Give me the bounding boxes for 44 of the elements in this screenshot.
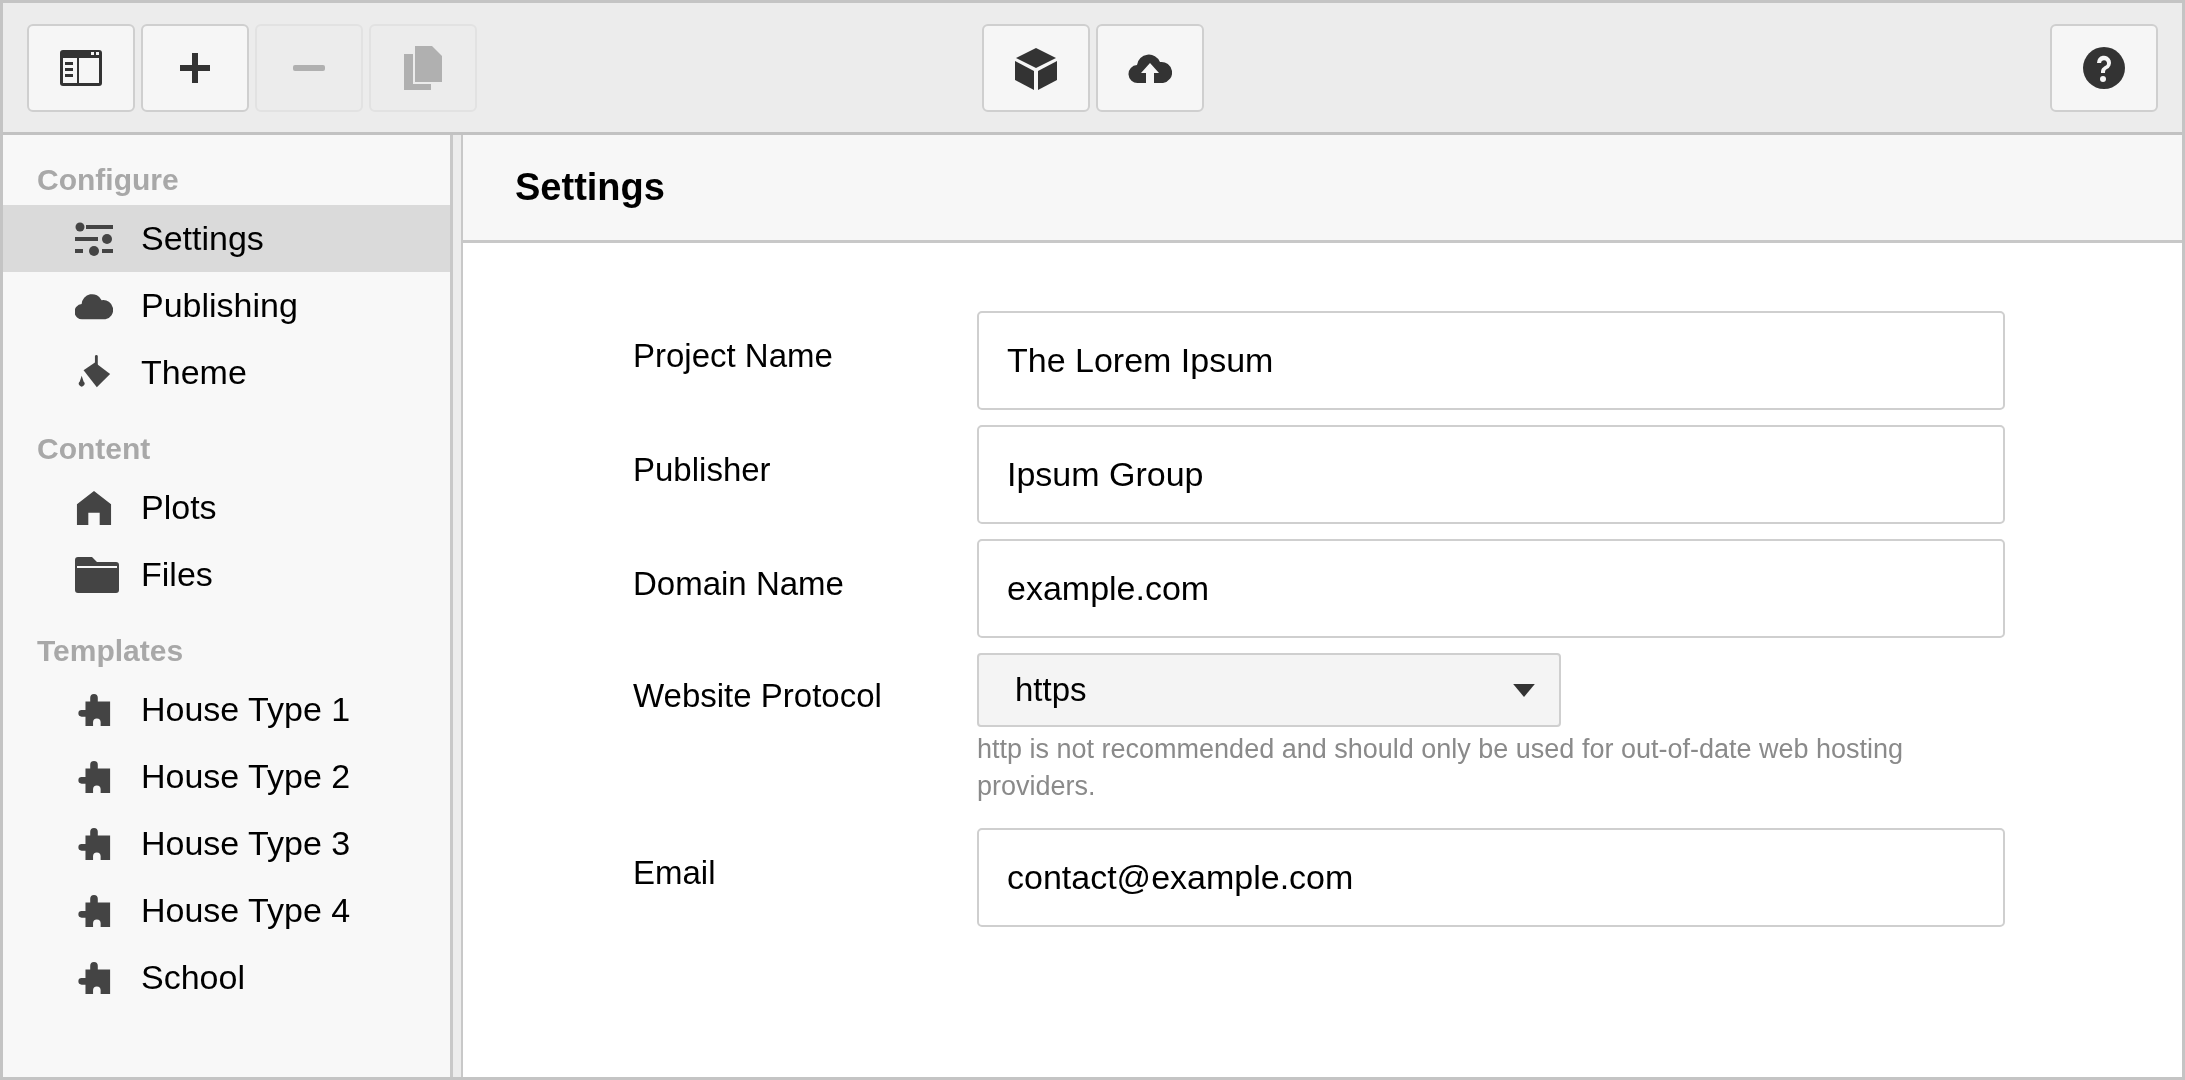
section-heading: Configure — [36, 162, 180, 198]
sidebar-item[interactable]: House Type 1 — [3, 676, 450, 743]
puzzle-piece-icon — [75, 758, 113, 795]
text-field[interactable]: The Lorem Ipsum — [977, 311, 2005, 410]
plus-icon — [179, 51, 211, 84]
dropdown[interactable]: https — [977, 653, 1561, 727]
field-label: Email — [633, 853, 717, 893]
text-field[interactable]: Ipsum Group — [977, 425, 2005, 524]
folder-icon — [75, 556, 119, 593]
sidebar-item[interactable]: Publishing — [3, 272, 450, 339]
field-label: Domain Name — [633, 564, 845, 604]
minus-icon — [293, 64, 325, 71]
puzzle-piece-icon — [75, 691, 113, 728]
section-heading: Templates — [36, 633, 185, 669]
sliders-icon — [75, 220, 113, 257]
section-heading: Content — [36, 431, 152, 467]
sidebar-item[interactable]: Plots — [3, 474, 450, 541]
copy-icon — [401, 45, 445, 90]
sidebar-item[interactable]: House Type 3 — [3, 810, 450, 877]
field-label: Project Name — [633, 336, 834, 376]
text-field[interactable]: example.com — [977, 539, 2005, 638]
upload-button[interactable] — [1095, 23, 1204, 112]
sidebar-item[interactable]: Theme — [3, 339, 450, 406]
field-label: Website Protocol — [633, 676, 883, 716]
text-field[interactable]: contact@example.com — [977, 828, 2005, 927]
caret-icon — [1513, 683, 1535, 697]
sidebar-item[interactable]: House Type 2 — [3, 743, 450, 810]
sidebar-toggle-button[interactable] — [27, 23, 135, 112]
package-button[interactable] — [981, 23, 1090, 112]
help-icon — [2082, 45, 2126, 90]
sidebar-item[interactable]: House Type 4 — [3, 877, 450, 944]
help-button[interactable] — [2050, 23, 2158, 112]
puzzle-piece-icon — [75, 959, 113, 996]
add-button[interactable] — [141, 23, 249, 112]
sidebar-item[interactable]: Settings — [3, 205, 450, 272]
puzzle-piece-icon — [75, 825, 113, 862]
puzzle-piece-icon — [75, 892, 113, 929]
cube-icon — [1013, 45, 1058, 90]
sidebar-item[interactable]: Files — [3, 541, 450, 608]
house-icon — [75, 489, 113, 526]
field-label: Publisher — [633, 450, 772, 490]
help-text: http is not recommended and should only be used for out-of-date web hosting providers. — [977, 733, 1905, 803]
sidebar-item[interactable]: School — [3, 944, 450, 1011]
panel-title: Settings — [515, 166, 665, 209]
